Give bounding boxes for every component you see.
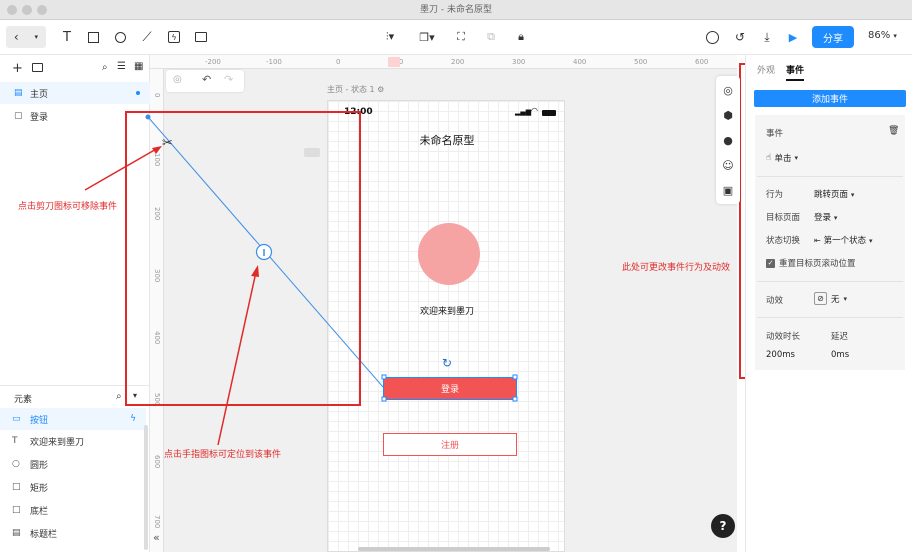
duration-value[interactable]: 200ms <box>766 350 795 360</box>
target-icon[interactable]: ◎ <box>716 78 740 102</box>
delay-value[interactable]: 0ms <box>831 350 849 360</box>
state-label: 状态切换 <box>766 236 801 246</box>
add-event-button[interactable]: 添加事件 <box>754 90 906 107</box>
divider <box>757 176 903 177</box>
help-button[interactable]: ? <box>711 514 735 538</box>
tab-appearance[interactable]: 外观 <box>757 63 775 76</box>
target-value: 登录 <box>814 213 832 223</box>
divider <box>757 281 903 282</box>
trash-icon[interactable]: 🗑︎ <box>888 126 899 136</box>
state-select[interactable]: ⇤ 第一个状态 ▾ <box>814 234 872 246</box>
event-label: 事件 <box>766 129 784 139</box>
chevron-down-icon: ▾ <box>833 214 838 222</box>
chevron-down-icon: ▾ <box>794 154 799 162</box>
state-value: 第一个状态 <box>823 236 867 246</box>
tap-icon: ☝ <box>766 153 772 163</box>
chevron-down-icon: ▾ <box>843 294 848 303</box>
selection-handle <box>512 396 518 402</box>
target-select[interactable]: 登录 ▾ <box>814 211 837 223</box>
emoji-icon[interactable]: ☺ <box>716 153 740 177</box>
divider <box>757 317 903 318</box>
checkbox-icon: ✓ <box>766 258 775 268</box>
side-toolbar: ◎ ⬢ ● ☺ ▣ <box>716 76 740 204</box>
selection-handle <box>381 374 387 380</box>
anim-select[interactable]: ⊘ 无 ▾ <box>814 292 847 305</box>
tab-events[interactable]: 事件 <box>786 63 805 81</box>
reset-scroll-checkbox[interactable]: ✓ 重置目标页滚动位置 <box>766 257 856 269</box>
reset-scroll-label: 重置目标页滚动位置 <box>779 259 856 269</box>
box-icon[interactable]: ⬢ <box>716 103 740 127</box>
first-state-icon: ⇤ <box>814 236 821 245</box>
selection-handle <box>381 396 387 402</box>
target-label: 目标页面 <box>766 213 801 223</box>
duration-label: 动效时长 <box>766 332 801 342</box>
anim-label: 动效 <box>766 296 784 306</box>
annotation-scissors: 点击剪刀图标可移除事件 <box>18 202 118 212</box>
delay-label: 延迟 <box>831 332 849 342</box>
none-icon: ⊘ <box>814 292 827 305</box>
annotation-right: 此处可更改事件行为及动效 <box>622 263 731 273</box>
layout-icon[interactable]: ▣ <box>716 178 740 202</box>
annotation-finger: 点击手指图标可定位到该事件 <box>164 450 282 460</box>
chevron-down-icon: ▾ <box>868 237 873 245</box>
action-select[interactable]: 跳转页面 ▾ <box>814 188 854 200</box>
annotation-box-canvas <box>125 111 361 406</box>
user-icon[interactable]: ● <box>716 128 740 152</box>
anim-value: 无 <box>831 294 840 305</box>
chevron-down-icon: ▾ <box>850 191 855 199</box>
trigger-value: 单击 <box>774 154 792 164</box>
action-label: 行为 <box>766 190 784 200</box>
collapse-panel-icon[interactable]: « <box>153 531 160 544</box>
action-value: 跳转页面 <box>814 190 849 200</box>
trigger-select[interactable]: ☝ 单击 ▾ <box>766 152 798 164</box>
selection-handle <box>512 374 518 380</box>
